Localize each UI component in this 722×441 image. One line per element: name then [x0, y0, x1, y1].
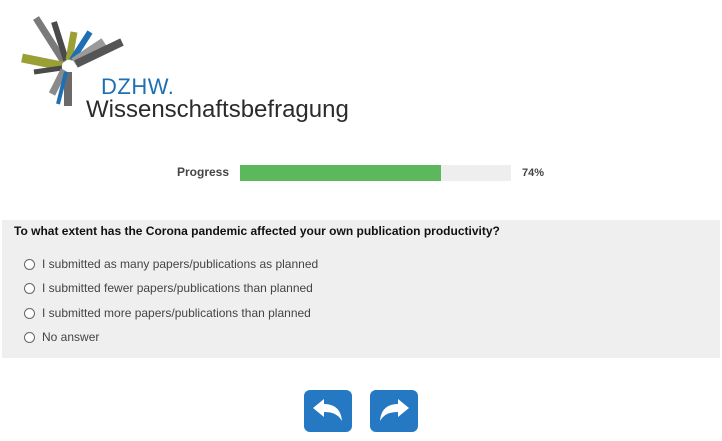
option-label: I submitted as many papers/publications …: [42, 257, 319, 271]
option-no-answer[interactable]: No answer: [24, 330, 99, 344]
radio-button[interactable]: [24, 307, 35, 319]
progress-bar: [240, 165, 511, 181]
option-fewer-than-planned[interactable]: I submitted fewer papers/publications th…: [24, 281, 313, 295]
question-text: To what extent has the Corona pandemic a…: [14, 224, 500, 238]
option-as-many-as-planned[interactable]: I submitted as many papers/publications …: [24, 257, 318, 271]
progress-label: Progress: [177, 165, 230, 179]
next-button[interactable]: [370, 390, 418, 432]
progress-bar-fill: [240, 165, 441, 181]
logo-full-name: Wissenschaftsbefragung: [86, 96, 349, 123]
option-more-than-planned[interactable]: I submitted more papers/publications tha…: [24, 306, 311, 320]
option-label: I submitted more papers/publications tha…: [42, 306, 311, 320]
survey-page: DZHW. Wissenschaftsbefragung Progress 74…: [0, 0, 722, 441]
option-label: I submitted fewer papers/publications th…: [42, 281, 313, 295]
radio-button[interactable]: [24, 331, 35, 343]
arrow-back-icon: [313, 399, 342, 421]
option-label: No answer: [42, 330, 100, 344]
arrow-forward-icon: [380, 399, 409, 421]
back-button[interactable]: [304, 390, 352, 432]
progress-percent: 74%: [522, 167, 545, 179]
question-panel: To what extent has the Corona pandemic a…: [2, 220, 720, 358]
radio-button[interactable]: [24, 282, 35, 294]
radio-button[interactable]: [24, 258, 35, 270]
dzhw-logo: DZHW. Wissenschaftsbefragung: [14, 14, 349, 123]
